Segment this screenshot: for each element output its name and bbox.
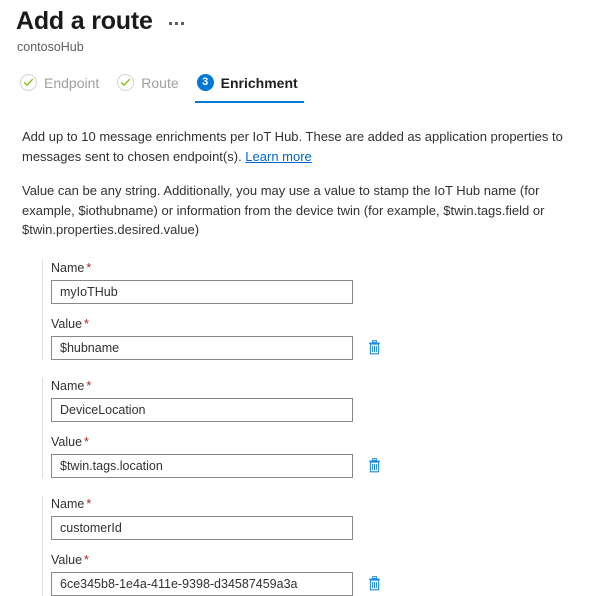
value-input-row [51,335,594,360]
enrichment-name-input[interactable] [51,279,353,304]
name-label-text: Name [51,260,85,275]
required-asterisk: * [86,496,92,511]
name-field-label: Name * [51,378,594,394]
enrichment-value-input[interactable] [51,453,353,478]
name-input-row [51,279,594,304]
content-area: Add up to 10 message enrichments per IoT… [0,127,610,596]
value-label-text: Value [51,434,83,449]
enrichment-group: Name* Value* [42,259,594,360]
ellipsis-dot-3 [180,21,184,25]
required-asterisk: * [86,378,92,393]
name-field-label: Name * [51,496,594,512]
enrichment-value-input[interactable] [51,571,353,596]
value-label-text: Value [51,552,83,567]
name-field-group: Name * [51,260,594,304]
value-field-group: Value * [51,434,594,478]
delete-enrichment-button[interactable] [365,338,383,358]
check-circle-icon [20,74,37,91]
trash-icon [368,457,380,472]
enrichment-group: Name* Value* [42,495,594,596]
tab-endpoint[interactable]: Endpoint [12,69,109,103]
description-paragraph-1: Add up to 10 message enrichments per IoT… [22,127,582,166]
value-field-label: Value * [51,316,594,332]
tab-enrichment[interactable]: 3 Enrichment [189,69,308,103]
name-input-row [51,515,594,540]
value-field-group: Value * [51,316,594,360]
tab-endpoint-label: Endpoint [44,74,100,91]
trash-icon [368,339,380,354]
delete-enrichment-button[interactable] [365,574,383,594]
enrichment-value-input[interactable] [51,335,353,360]
wizard-tabs: Endpoint Route 3 Enrichment [12,69,610,103]
name-input-row [51,397,594,422]
more-options-icon[interactable] [167,20,186,27]
name-label-text: Name [51,496,85,511]
enrichment-name-input[interactable] [51,397,353,422]
ellipsis-dot-2 [174,21,178,25]
tab-route-label: Route [141,74,179,91]
tab-route[interactable]: Route [109,69,188,103]
description-paragraph-2: Value can be any string. Additionally, y… [22,183,545,237]
value-field-group: Value * [51,552,594,596]
name-field-group: Name * [51,496,594,540]
required-asterisk: * [84,434,89,449]
learn-more-link[interactable]: Learn more [245,149,311,164]
delete-enrichment-button[interactable] [365,456,383,476]
required-asterisk: * [84,552,89,567]
trash-icon [368,575,380,590]
value-label-text: Value [51,316,83,331]
required-asterisk: * [84,316,89,331]
value-input-row [51,453,594,478]
value-input-row [51,571,594,596]
page-header: Add a route contosoHub [0,0,610,55]
name-field-label: Name * [51,260,594,276]
enrichment-group: Name* Value* [42,377,594,478]
name-field-group: Name * [51,378,594,422]
page-title: Add a route [16,7,153,35]
name-label-text: Name [51,378,85,393]
check-circle-icon [117,74,135,91]
enrichment-list: Name* Value* [22,259,594,596]
enrichment-name-input[interactable] [51,515,353,540]
required-asterisk: * [86,260,92,275]
value-field-label: Value * [51,434,594,450]
ellipsis-dot-1 [168,21,172,25]
step-number-badge: 3 [196,74,214,91]
title-row: Add a route [16,6,610,36]
page-subtitle: contosoHub [17,40,84,54]
value-field-label: Value * [51,552,594,568]
tab-enrichment-label: Enrichment [220,74,298,91]
